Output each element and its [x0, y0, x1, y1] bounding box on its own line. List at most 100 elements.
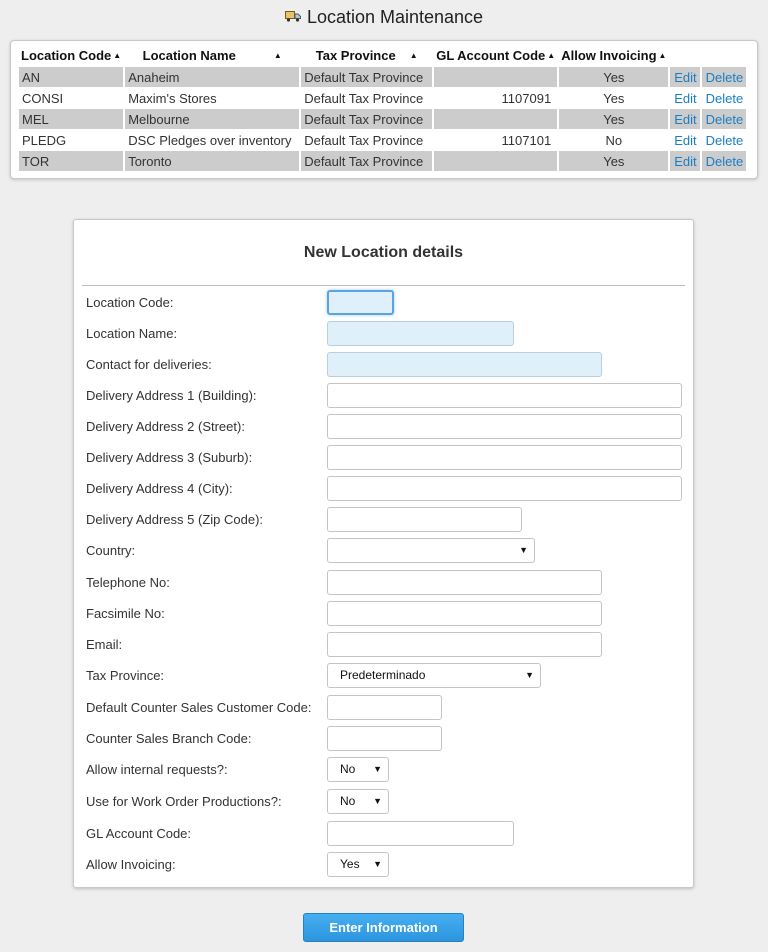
- page-title-text: Location Maintenance: [306, 7, 484, 27]
- row-telephone: Telephone No:: [74, 570, 693, 596]
- table-row: AN Anaheim Default Tax Province Yes Edit Dele…: [19, 66, 747, 87]
- row-counter-customer: Default Counter Sales Customer Code:: [74, 695, 693, 721]
- row-location-name: Location Name:: [74, 321, 693, 347]
- col-header-gl-account[interactable]: GL Account Code ▲: [434, 47, 558, 66]
- locations-table: Location Code ▲ Location Name ▲ Tax Provin…: [17, 47, 748, 171]
- row-contact: Contact for deliveries:: [74, 352, 693, 378]
- table-row: TOR Toronto Default Tax Province Yes Edit Del…: [19, 150, 747, 171]
- delete-link-cell: Delete: [702, 66, 747, 87]
- sort-asc-icon[interactable]: ▲: [547, 51, 555, 60]
- chevron-down-icon: ▼: [373, 859, 382, 869]
- cell-tax-province: Default Tax Province: [301, 150, 433, 171]
- cell-location-code: TOR: [19, 150, 124, 171]
- location-code-label: Location Code:: [86, 295, 174, 310]
- contact-input[interactable]: [327, 352, 602, 377]
- location-name-input[interactable]: [327, 321, 514, 346]
- delete-link[interactable]: Delete: [706, 91, 744, 106]
- counter-branch-input[interactable]: [327, 726, 442, 751]
- address-2-label: Delivery Address 2 (Street):: [86, 419, 245, 434]
- cell-gl-account: [434, 66, 558, 87]
- form-divider: [82, 285, 685, 286]
- counter-customer-label: Default Counter Sales Customer Code:: [86, 700, 312, 715]
- tax-province-select[interactable]: Predeterminado ▼: [327, 663, 541, 688]
- address-4-label: Delivery Address 4 (City):: [86, 481, 233, 496]
- telephone-input[interactable]: [327, 570, 602, 595]
- work-orders-select-value: No: [340, 794, 356, 808]
- country-select[interactable]: ▼: [327, 538, 535, 563]
- cell-location-name: Maxim's Stores: [125, 87, 300, 108]
- edit-link-cell: Edit: [670, 150, 701, 171]
- cell-allow-invoicing: Yes: [559, 108, 669, 129]
- page-title: Location Maintenance: [0, 5, 768, 30]
- work-orders-select[interactable]: No ▼: [327, 789, 389, 814]
- gl-account-input[interactable]: [327, 821, 514, 846]
- delete-link-cell: Delete: [702, 87, 747, 108]
- table-row: MEL Melbourne Default Tax Province Yes Edit D…: [19, 108, 747, 129]
- row-address-2: Delivery Address 2 (Street):: [74, 414, 693, 440]
- cell-allow-invoicing: Yes: [559, 87, 669, 108]
- row-address-1: Delivery Address 1 (Building):: [74, 383, 693, 409]
- address-2-input[interactable]: [327, 414, 682, 439]
- gl-account-label: GL Account Code:: [86, 826, 192, 841]
- tax-province-select-value: Predeterminado: [340, 668, 426, 682]
- chevron-down-icon: ▼: [373, 796, 382, 806]
- facsimile-input[interactable]: [327, 601, 602, 626]
- col-header-allow-invoicing[interactable]: Allow Invoicing ▲: [559, 47, 669, 66]
- delete-link[interactable]: Delete: [706, 112, 744, 127]
- table-row: PLEDG DSC Pledges over inventory Default T…: [19, 129, 747, 150]
- col-header-location-code[interactable]: Location Code ▲: [19, 47, 124, 66]
- address-4-input[interactable]: [327, 476, 682, 501]
- delete-link[interactable]: Delete: [706, 70, 744, 85]
- location-code-input[interactable]: [327, 290, 394, 315]
- delete-link-cell: Delete: [702, 129, 747, 150]
- new-location-form: New Location details Location Code: Loca…: [73, 219, 694, 888]
- edit-link[interactable]: Edit: [674, 112, 696, 127]
- email-label: Email:: [86, 637, 123, 652]
- allow-invoicing-select[interactable]: Yes ▼: [327, 852, 389, 877]
- address-5-input[interactable]: [327, 507, 522, 532]
- country-label: Country:: [86, 543, 136, 558]
- sort-asc-icon[interactable]: ▲: [274, 51, 282, 60]
- row-email: Email:: [74, 632, 693, 658]
- delete-link[interactable]: Delete: [706, 154, 744, 169]
- cell-gl-account: 1107101: [434, 129, 558, 150]
- internal-requests-select[interactable]: No ▼: [327, 757, 389, 782]
- edit-link[interactable]: Edit: [674, 133, 696, 148]
- email-input[interactable]: [327, 632, 602, 657]
- cell-allow-invoicing: Yes: [559, 150, 669, 171]
- chevron-down-icon: ▼: [519, 545, 528, 555]
- cell-allow-invoicing: Yes: [559, 66, 669, 87]
- col-header-location-name[interactable]: Location Name ▲: [125, 47, 300, 66]
- edit-link-cell: Edit: [670, 108, 701, 129]
- row-address-4: Delivery Address 4 (City):: [74, 476, 693, 502]
- chevron-down-icon: ▼: [525, 670, 534, 680]
- sort-asc-icon[interactable]: ▲: [410, 51, 418, 60]
- row-address-3: Delivery Address 3 (Suburb):: [74, 445, 693, 471]
- sort-asc-icon[interactable]: ▲: [659, 51, 667, 60]
- row-country: Country: ▼: [74, 538, 693, 564]
- edit-link[interactable]: Edit: [674, 70, 696, 85]
- delete-link[interactable]: Delete: [706, 133, 744, 148]
- cell-tax-province: Default Tax Province: [301, 87, 433, 108]
- sort-asc-icon[interactable]: ▲: [113, 51, 121, 60]
- contact-label: Contact for deliveries:: [86, 357, 212, 372]
- cell-location-code: AN: [19, 66, 124, 87]
- telephone-label: Telephone No:: [86, 575, 170, 590]
- allow-invoicing-select-value: Yes: [340, 857, 360, 871]
- address-1-input[interactable]: [327, 383, 682, 408]
- facsimile-label: Facsimile No:: [86, 606, 165, 621]
- edit-link[interactable]: Edit: [674, 91, 696, 106]
- row-gl-account: GL Account Code:: [74, 821, 693, 847]
- address-3-input[interactable]: [327, 445, 682, 470]
- enter-information-button[interactable]: Enter Information: [303, 913, 464, 942]
- table-row: CONSI Maxim's Stores Default Tax Province 1…: [19, 87, 747, 108]
- cell-gl-account: [434, 108, 558, 129]
- row-location-code: Location Code:: [74, 290, 693, 316]
- chevron-down-icon: ▼: [373, 764, 382, 774]
- col-header-tax-province[interactable]: Tax Province ▲: [301, 47, 433, 66]
- cell-location-name: Anaheim: [125, 66, 300, 87]
- edit-link[interactable]: Edit: [674, 154, 696, 169]
- cell-gl-account: [434, 150, 558, 171]
- cell-location-code: CONSI: [19, 87, 124, 108]
- counter-customer-input[interactable]: [327, 695, 442, 720]
